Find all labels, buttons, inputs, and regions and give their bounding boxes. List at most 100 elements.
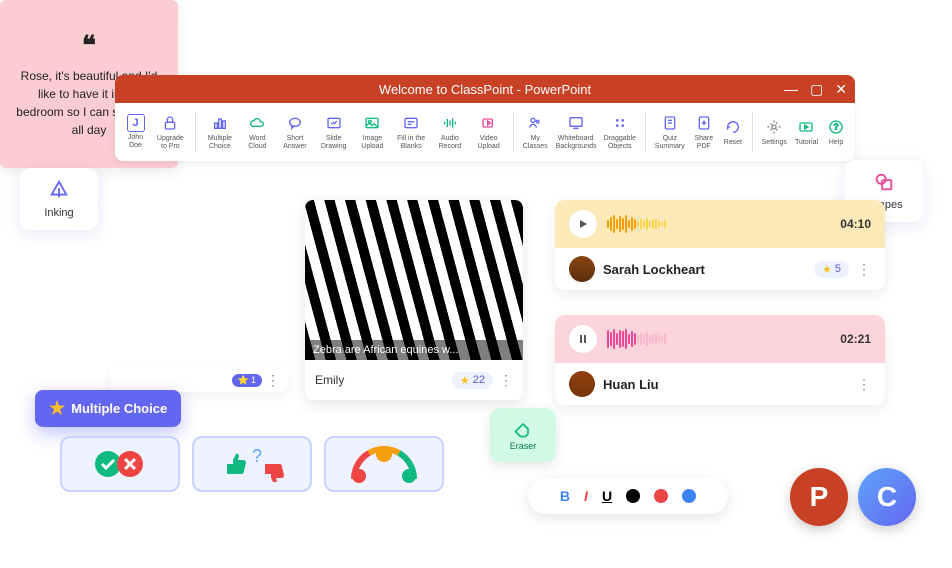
powerpoint-logo: P	[790, 468, 848, 526]
waveform[interactable]	[607, 329, 830, 349]
zebra-caption: Zebra are African equines w...	[305, 340, 523, 360]
drag-icon	[610, 113, 630, 133]
zebra-image: Zebra are African equines w...	[305, 200, 523, 360]
classes-icon	[525, 113, 545, 133]
pdf-icon	[694, 113, 714, 133]
audio-time: 04:10	[840, 217, 871, 231]
window-title: Welcome to ClassPoint - PowerPoint	[379, 82, 591, 97]
waveform[interactable]	[607, 214, 830, 234]
poll-rating[interactable]	[324, 436, 444, 492]
multiple-choice-button[interactable]: ★ Multiple Choice	[35, 390, 181, 427]
check-cross-icon	[90, 446, 150, 482]
pen-icon	[324, 113, 344, 133]
ribbon-group-account: J John Doe Upgrade to Pro	[121, 109, 189, 154]
bold-button[interactable]: B	[560, 488, 570, 504]
ribbon-audio-record[interactable]: Audio Record	[432, 109, 469, 154]
audio-user: Huan Liu	[603, 377, 849, 392]
ribbon-share-pdf[interactable]: Share PDF	[690, 109, 718, 154]
audio-time: 02:21	[840, 332, 871, 346]
format-bar: B I U	[528, 478, 728, 514]
italic-button[interactable]: I	[584, 488, 588, 504]
more-icon[interactable]: ⋮	[857, 376, 871, 393]
play-icon	[796, 117, 816, 137]
ribbon-quiz-summary[interactable]: Quiz Summary	[652, 109, 688, 154]
fill-icon	[401, 113, 421, 133]
gear-icon	[764, 117, 784, 137]
ribbon-whiteboard[interactable]: Whiteboard Backgrounds	[553, 109, 599, 154]
svg-text:?: ?	[252, 446, 262, 466]
shapes-icon	[873, 171, 895, 193]
ribbon-word-cloud[interactable]: Word Cloud	[240, 109, 274, 154]
close-button[interactable]: ✕	[835, 81, 847, 98]
ribbon-tutorial[interactable]: Tutorial	[792, 113, 821, 151]
rating-gauge-icon	[344, 444, 424, 484]
ribbon-group-summary: Quiz Summary Share PDF Reset	[652, 109, 746, 154]
ribbon-my-classes[interactable]: My Classes	[520, 109, 551, 154]
quote-mark-icon: ❝	[82, 30, 96, 61]
ribbon-settings[interactable]: Settings	[759, 113, 790, 151]
video-icon	[479, 113, 499, 133]
more-icon[interactable]: ⋮	[266, 372, 280, 389]
ribbon-help[interactable]: ?Help	[823, 113, 849, 151]
ribbon-reset[interactable]: Reset	[720, 109, 746, 154]
zebra-card[interactable]: Zebra are African equines w... Emily ★22…	[305, 200, 523, 400]
classpoint-logo: C	[858, 468, 916, 526]
whiteboard-icon	[566, 113, 586, 133]
audio-user: Sarah Lockheart	[603, 262, 806, 277]
audio-card-2: 02:21 Huan Liu ⋮	[555, 315, 885, 405]
star-icon: ★	[49, 398, 65, 419]
poll-thumbs[interactable]: ?	[192, 436, 312, 492]
app-logos: P C	[790, 468, 916, 526]
bubble-icon	[285, 113, 305, 133]
ribbon-video-upload[interactable]: Video Upload	[470, 109, 507, 154]
audio-card-1: 04:10 Sarah Lockheart ★5 ⋮	[555, 200, 885, 290]
wave-icon	[440, 113, 460, 133]
star-badge: ★22	[452, 372, 493, 389]
ribbon-image-upload[interactable]: Image Upload	[354, 109, 391, 154]
play-button[interactable]	[569, 210, 597, 238]
image-icon	[362, 113, 382, 133]
more-icon[interactable]: ⋮	[499, 372, 513, 389]
more-icon[interactable]: ⋮	[857, 261, 871, 278]
zebra-author: Emily	[315, 373, 446, 387]
svg-text:?: ?	[834, 123, 839, 132]
quote-footer: ⭐ 1 ⋮	[110, 368, 288, 392]
titlebar: Welcome to ClassPoint - PowerPoint — ▢ ✕	[115, 75, 855, 103]
avatar	[569, 371, 595, 397]
lock-icon	[160, 113, 180, 133]
ribbon-draggable[interactable]: Draggable Objects	[601, 109, 639, 154]
color-blue[interactable]	[682, 489, 696, 503]
ribbon-john-doe[interactable]: J John Doe	[121, 109, 150, 154]
inking-icon	[48, 179, 70, 201]
eraser-tool[interactable]: Eraser	[490, 408, 556, 462]
quiz-icon	[660, 113, 680, 133]
pause-button[interactable]	[569, 325, 597, 353]
color-red[interactable]	[654, 489, 668, 503]
poll-true-false[interactable]	[60, 436, 180, 492]
ribbon-group-help: Settings Tutorial ?Help	[759, 113, 849, 151]
quote-badge: ⭐ 1	[232, 374, 262, 387]
minimize-button[interactable]: —	[784, 81, 798, 98]
cloud-icon	[247, 113, 267, 133]
user-initial-icon: J	[127, 114, 145, 132]
thumbs-icon: ?	[217, 446, 287, 482]
ribbon-multiple-choice[interactable]: Multiple Choice	[202, 109, 239, 154]
star-count: ★5	[814, 261, 849, 278]
color-black[interactable]	[626, 489, 640, 503]
maximize-button[interactable]: ▢	[810, 81, 823, 98]
ribbon-short-answer[interactable]: Short Answer	[277, 109, 314, 154]
eraser-label: Eraser	[510, 441, 537, 451]
ribbon-upgrade[interactable]: Upgrade to Pro	[152, 109, 189, 154]
ribbon-slide-drawing[interactable]: Slide Drawing	[315, 109, 352, 154]
ribbon-group-tools: My Classes Whiteboard Backgrounds Dragga…	[520, 109, 639, 154]
avatar	[569, 256, 595, 282]
inking-label: Inking	[44, 207, 73, 219]
ribbon-fill-blanks[interactable]: Fill in the Blanks	[393, 109, 430, 154]
eraser-icon	[513, 419, 533, 439]
ribbon-group-questions: Multiple Choice Word Cloud Short Answer …	[202, 109, 507, 154]
underline-button[interactable]: U	[602, 488, 612, 504]
reset-icon	[723, 117, 743, 137]
bars-icon	[210, 113, 230, 133]
help-icon: ?	[826, 117, 846, 137]
inking-tool[interactable]: Inking	[20, 168, 98, 230]
